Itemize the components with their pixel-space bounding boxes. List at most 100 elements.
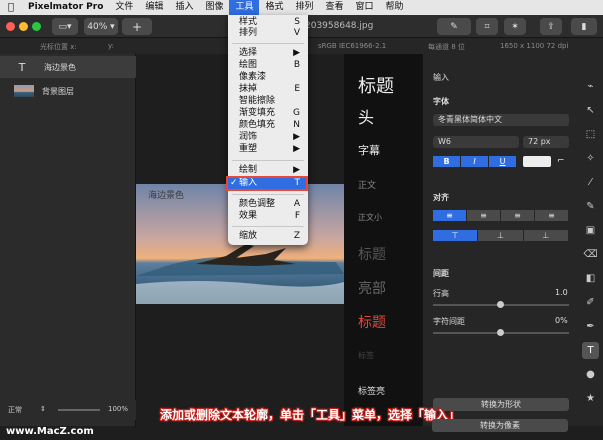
shape-tool-icon[interactable]: ● [582, 366, 599, 383]
text-color-well[interactable] [523, 156, 551, 167]
menu-item-paint[interactable]: 绘图 B [228, 60, 308, 71]
slider-knob[interactable] [497, 329, 504, 336]
menu-item-effects[interactable]: 效果 F [228, 211, 308, 222]
gradient-tool-icon[interactable]: ◧ [582, 270, 599, 287]
menu-format[interactable]: 格式 [259, 0, 289, 15]
menu-edit[interactable]: 编辑 [139, 0, 169, 15]
menu-item-select[interactable]: 选择 ▶ [228, 48, 308, 59]
style-tool-icon[interactable]: ⌁ [582, 78, 599, 95]
dimensions-label: 1650 x 1100 72 dpi [500, 42, 569, 50]
style-highlight[interactable]: 亮部 [358, 278, 386, 298]
cursor-x-label: 光标位置 x: [40, 43, 77, 51]
inspector-toggle-button[interactable]: ▮ [571, 18, 597, 35]
crop-button[interactable]: ⌗ [476, 18, 498, 35]
convert-to-pixels-button[interactable]: 转换为像素 [432, 419, 568, 432]
pen-button[interactable]: ✎ [437, 18, 471, 35]
horizontal-align-buttons: ≡ ≡ ≡ ≡ [433, 210, 569, 221]
fill-tool-icon[interactable]: ▣ [582, 222, 599, 239]
menu-item-zoom[interactable]: 缩放 Z [228, 231, 308, 242]
magic-select-icon[interactable]: ⁄ [582, 174, 599, 191]
menu-item-label: 颜色调整 [239, 199, 276, 209]
zoom-select[interactable]: 40% ▾ [84, 18, 118, 35]
blend-mode-select[interactable]: 正常 [8, 405, 22, 415]
magic-button[interactable]: ✶ [504, 18, 526, 35]
menu-item-gradient[interactable]: 渐变填充 G [228, 108, 308, 119]
add-button[interactable]: + [122, 18, 152, 35]
align-middle-icon[interactable]: ⊥ [478, 230, 524, 241]
close-button[interactable] [6, 22, 15, 31]
align-top-icon[interactable]: ⊤ [433, 230, 479, 241]
font-styles-panel: 标题 头 字幕 正文 正文小 标题 亮部 标题 标签 标签亮 [344, 54, 422, 426]
text-inspector: 输入 字体 冬青黑体简体中文 W6 72 px B I U ⌐ 对齐 ≡ ≡ ≡… [422, 54, 578, 426]
menu-item-reshape[interactable]: 重塑 ▶ [228, 144, 308, 155]
align-justify-icon[interactable]: ≡ [535, 210, 569, 221]
type-tool-icon[interactable]: T [582, 342, 599, 359]
zoom-value: 40% [87, 21, 108, 32]
menu-item-erase[interactable]: 抹掉 E [228, 84, 308, 95]
font-weight-select[interactable]: W6 [433, 136, 519, 148]
menu-item-color-fill[interactable]: 颜色填充 N [228, 120, 308, 131]
paint-tool-icon[interactable]: ✎ [582, 198, 599, 215]
menu-help[interactable]: 帮助 [380, 0, 410, 15]
pen-tool-icon[interactable]: ✒ [582, 318, 599, 335]
align-left-icon[interactable]: ≡ [433, 210, 467, 221]
style-heading[interactable]: 头 [358, 104, 374, 128]
eraser-tool-icon[interactable]: ⌫ [582, 246, 599, 263]
selection-tool-icon[interactable]: ⬚ [582, 126, 599, 143]
lasso-tool-icon[interactable]: ✧ [582, 150, 599, 167]
zoom-window-button[interactable] [32, 22, 41, 31]
letter-spacing-slider[interactable] [433, 329, 569, 336]
menu-item-label: 颜色填充 [239, 120, 276, 130]
menu-view[interactable]: 查看 [320, 0, 350, 15]
menu-item-color-adjust[interactable]: 颜色调整 A [228, 199, 308, 210]
slider-knob[interactable] [497, 301, 504, 308]
style-title-dim[interactable]: 标题 [358, 244, 386, 264]
menu-item-retouch[interactable]: 润饰 ▶ [228, 132, 308, 143]
menu-item-label: 像素漆 [239, 72, 267, 82]
star-tool-icon[interactable]: ★ [582, 390, 599, 407]
line-height-slider[interactable] [433, 301, 569, 308]
menu-tools[interactable]: 工具 [229, 0, 260, 15]
style-subtitle[interactable]: 字幕 [358, 142, 380, 158]
menu-file[interactable]: 文件 [109, 0, 139, 15]
italic-button[interactable]: I [461, 156, 489, 167]
menu-item-draw[interactable]: 绘制 ▶ [228, 165, 308, 176]
share-button[interactable]: ⇪ [540, 18, 562, 35]
style-title[interactable]: 标题 [358, 72, 394, 98]
menu-shortcut: B [293, 60, 300, 70]
style-label[interactable]: 标签 [358, 350, 374, 361]
bold-button[interactable]: B [433, 156, 461, 167]
style-body[interactable]: 正文 [358, 178, 376, 191]
menu-item-arrange[interactable]: 排列 V [228, 28, 308, 39]
canvas-text-layer[interactable]: 海边景色 [148, 188, 184, 201]
underline-button[interactable]: U [489, 156, 517, 167]
align-right-icon[interactable]: ≡ [501, 210, 535, 221]
menu-shortcut: S [294, 17, 300, 27]
style-label-bright[interactable]: 标签亮 [358, 384, 385, 397]
menu-insert[interactable]: 插入 [169, 0, 199, 15]
apple-icon[interactable]:  [0, 2, 22, 13]
layer-background[interactable]: 背景图层 [0, 80, 136, 102]
retouch-tool-icon[interactable]: ✐ [582, 294, 599, 311]
menu-item-pixel[interactable]: 像素漆 [228, 72, 308, 83]
align-center-icon[interactable]: ≡ [467, 210, 501, 221]
font-label: 字体 [433, 97, 449, 106]
eyedropper-icon[interactable]: ⌐ [557, 156, 565, 166]
menu-item-smart-erase[interactable]: 智能擦除 [228, 96, 308, 107]
layer-text[interactable]: T 海边景色 [0, 56, 136, 78]
font-family-select[interactable]: 冬青黑体简体中文 [433, 114, 569, 126]
style-title-red[interactable]: 标题 [358, 312, 386, 332]
chevron-updown-icon[interactable]: ⇕ [40, 405, 46, 413]
style-body-small[interactable]: 正文小 [358, 212, 382, 223]
menu-app[interactable]: Pixelmator Pro [22, 0, 109, 15]
menu-item-label: 缩放 [239, 231, 258, 241]
menu-window[interactable]: 窗口 [350, 0, 380, 15]
menu-item-style[interactable]: 样式 S [228, 17, 308, 28]
sidebar-toggle-button[interactable]: ▭▾ [52, 18, 78, 35]
arrange-tool-icon[interactable]: ↖ [582, 102, 599, 119]
menu-image[interactable]: 图像 [199, 0, 229, 15]
align-bottom-icon[interactable]: ⊥ [523, 230, 569, 241]
font-size-field[interactable]: 72 px [523, 136, 569, 148]
menu-arrange[interactable]: 排列 [290, 0, 320, 15]
minimize-button[interactable] [19, 22, 28, 31]
